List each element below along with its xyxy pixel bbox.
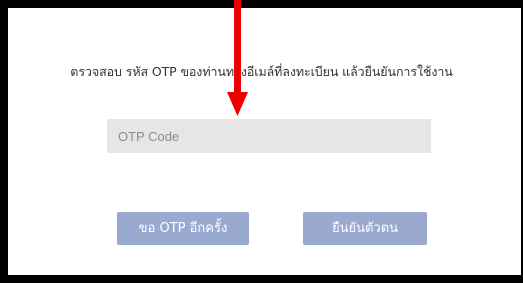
resend-otp-button[interactable]: ขอ OTP อีกครั้ง — [117, 212, 249, 245]
otp-code-input[interactable] — [107, 119, 431, 153]
confirm-identity-button[interactable]: ยืนยันตัวตน — [303, 212, 427, 245]
otp-instruction-text: ตรวจสอบ รหัส OTP ของท่านทางอีเมล์ที่ลงทะ… — [70, 64, 453, 79]
